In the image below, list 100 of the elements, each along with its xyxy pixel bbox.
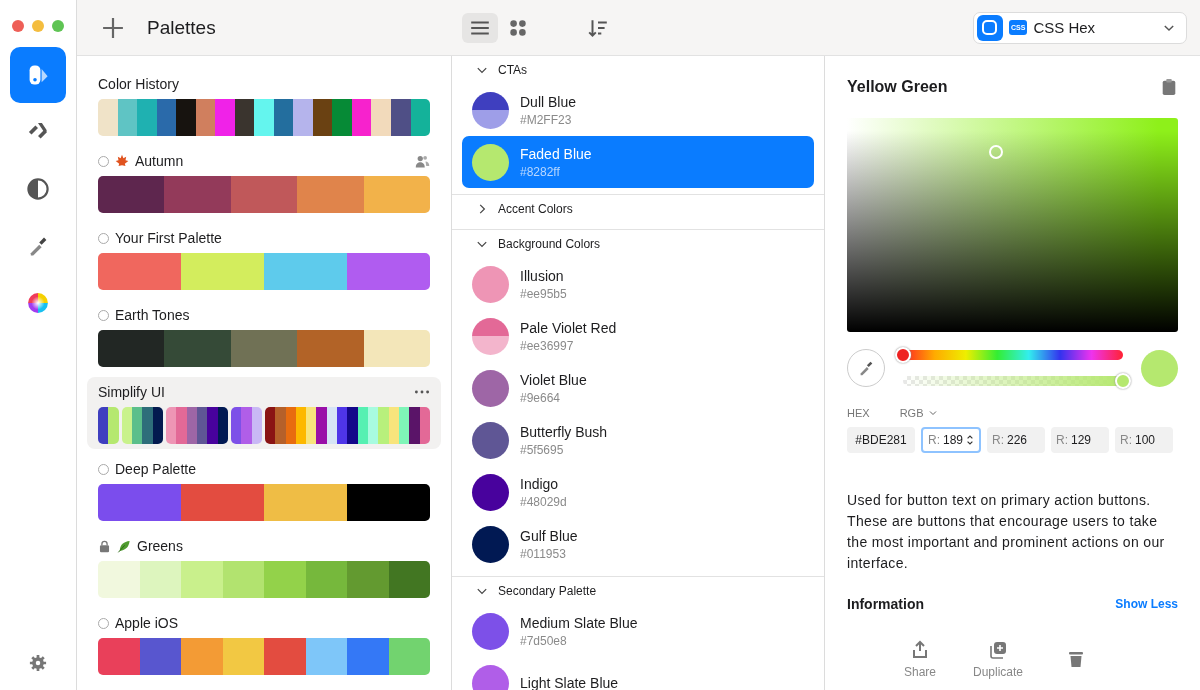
color-swatch[interactable] xyxy=(222,638,264,675)
color-swatch[interactable] xyxy=(222,561,264,598)
alpha-thumb[interactable] xyxy=(1115,373,1131,389)
color-swatch[interactable] xyxy=(388,561,430,598)
color-swatch[interactable] xyxy=(230,176,298,213)
color-swatch[interactable] xyxy=(332,99,352,136)
eyedropper-button[interactable] xyxy=(847,349,885,387)
color-swatch[interactable] xyxy=(347,407,358,444)
duplicate-button[interactable]: Duplicate xyxy=(969,639,1027,679)
color-swatch[interactable] xyxy=(108,407,119,444)
color-swatch[interactable] xyxy=(98,330,165,367)
color-swatch[interactable] xyxy=(264,561,306,598)
palette-card[interactable]: Greens xyxy=(87,531,441,603)
color-swatch[interactable] xyxy=(137,99,157,136)
color-swatch[interactable] xyxy=(264,253,347,290)
color-swatch[interactable] xyxy=(98,561,140,598)
color-swatch[interactable] xyxy=(363,330,430,367)
mode-dropdown[interactable]: RGB xyxy=(899,407,939,419)
color-swatch[interactable] xyxy=(98,638,140,675)
color-swatch[interactable] xyxy=(181,484,264,521)
radio-button[interactable] xyxy=(98,155,109,167)
color-swatch[interactable] xyxy=(186,407,197,444)
section-header[interactable]: Secondary Palette xyxy=(462,577,597,605)
color-swatch[interactable] xyxy=(306,407,317,444)
color-swatch[interactable] xyxy=(164,176,231,213)
color-item[interactable]: Medium Slate Blue #7d50e8 xyxy=(462,605,814,657)
color-swatch[interactable] xyxy=(165,407,177,444)
section-header[interactable]: CTAs xyxy=(462,56,528,84)
color-swatch[interactable] xyxy=(419,407,430,444)
radio-button[interactable] xyxy=(98,309,109,321)
color-swatch[interactable] xyxy=(297,176,364,213)
color-swatch[interactable] xyxy=(241,407,252,444)
color-swatch[interactable] xyxy=(98,407,109,444)
palette-card[interactable]: Autumn xyxy=(87,146,441,218)
color-swatch[interactable] xyxy=(285,407,296,444)
color-swatch[interactable] xyxy=(305,638,347,675)
color-swatch[interactable] xyxy=(305,561,347,598)
sidebar-button[interactable] xyxy=(10,47,66,103)
color-swatch[interactable] xyxy=(164,330,231,367)
section-header[interactable]: Accent Colors xyxy=(462,195,573,223)
show-less-link[interactable]: Show Less xyxy=(1115,597,1178,611)
hex-field[interactable]: #BDE281 xyxy=(847,427,915,453)
saturation-picker[interactable] xyxy=(847,118,1178,332)
color-swatch[interactable] xyxy=(181,561,223,598)
color-swatch[interactable] xyxy=(275,407,286,444)
color-item[interactable]: Dull Blue #M2FF23 xyxy=(462,84,814,136)
window-control[interactable] xyxy=(52,20,64,32)
color-swatch[interactable] xyxy=(98,253,181,290)
color-swatch[interactable] xyxy=(230,330,298,367)
channel-field[interactable]: R: 129 xyxy=(1051,427,1109,453)
color-swatch[interactable] xyxy=(316,407,327,444)
window-control[interactable] xyxy=(12,20,24,32)
color-swatch[interactable] xyxy=(217,407,228,444)
radio-button[interactable] xyxy=(98,232,109,244)
color-swatch[interactable] xyxy=(295,407,307,444)
channel-field[interactable]: R: 189 xyxy=(921,427,981,453)
color-swatch[interactable] xyxy=(388,638,430,675)
color-swatch[interactable] xyxy=(121,407,132,444)
channel-field[interactable]: R: 100 xyxy=(1115,427,1173,453)
color-swatch[interactable] xyxy=(98,176,165,213)
color-item[interactable]: Butterfly Bush #5f5695 xyxy=(462,414,814,466)
color-swatch[interactable] xyxy=(363,176,430,213)
color-swatch[interactable] xyxy=(347,638,389,675)
color-swatch[interactable] xyxy=(98,99,118,136)
color-swatch[interactable] xyxy=(326,407,338,444)
color-swatch[interactable] xyxy=(181,253,264,290)
color-swatch[interactable] xyxy=(409,407,420,444)
hue-thumb[interactable] xyxy=(895,347,911,363)
color-swatch[interactable] xyxy=(347,484,430,521)
color-swatch[interactable] xyxy=(293,99,313,136)
color-item[interactable]: Violet Blue #9e664 xyxy=(462,362,814,414)
channel-field[interactable]: R: 226 xyxy=(987,427,1045,453)
color-swatch[interactable] xyxy=(264,484,347,521)
color-swatch[interactable] xyxy=(196,407,208,444)
color-swatch[interactable] xyxy=(371,99,391,136)
color-swatch[interactable] xyxy=(399,407,410,444)
window-control[interactable] xyxy=(32,20,44,32)
color-swatch[interactable] xyxy=(139,638,181,675)
picker-handle[interactable] xyxy=(989,145,1003,159)
color-swatch[interactable] xyxy=(98,484,181,521)
color-swatch[interactable] xyxy=(357,407,369,444)
color-swatch[interactable] xyxy=(139,561,181,598)
color-item[interactable]: Illusion #ee95b5 xyxy=(462,258,814,310)
palette-card[interactable]: Color History xyxy=(87,69,441,141)
color-item[interactable]: Indigo #48029d xyxy=(462,466,814,518)
view-toggle[interactable] xyxy=(462,12,498,43)
color-item[interactable]: Light Slate Blue xyxy=(462,657,814,690)
color-swatch[interactable] xyxy=(347,561,389,598)
section-header[interactable]: Background Colors xyxy=(462,230,601,258)
color-swatch[interactable] xyxy=(131,407,143,444)
palette-card[interactable]: Earth Tones xyxy=(87,300,441,372)
color-swatch[interactable] xyxy=(176,407,187,444)
color-item[interactable]: Pale Violet Red #ee36997 xyxy=(462,310,814,362)
palette-card[interactable]: Simplify UI xyxy=(87,377,441,449)
radio-button[interactable] xyxy=(98,617,109,629)
color-swatch[interactable] xyxy=(230,407,242,444)
color-swatch[interactable] xyxy=(347,253,430,290)
color-swatch[interactable] xyxy=(264,638,306,675)
color-swatch[interactable] xyxy=(181,638,223,675)
share-button[interactable]: Share xyxy=(891,639,949,679)
